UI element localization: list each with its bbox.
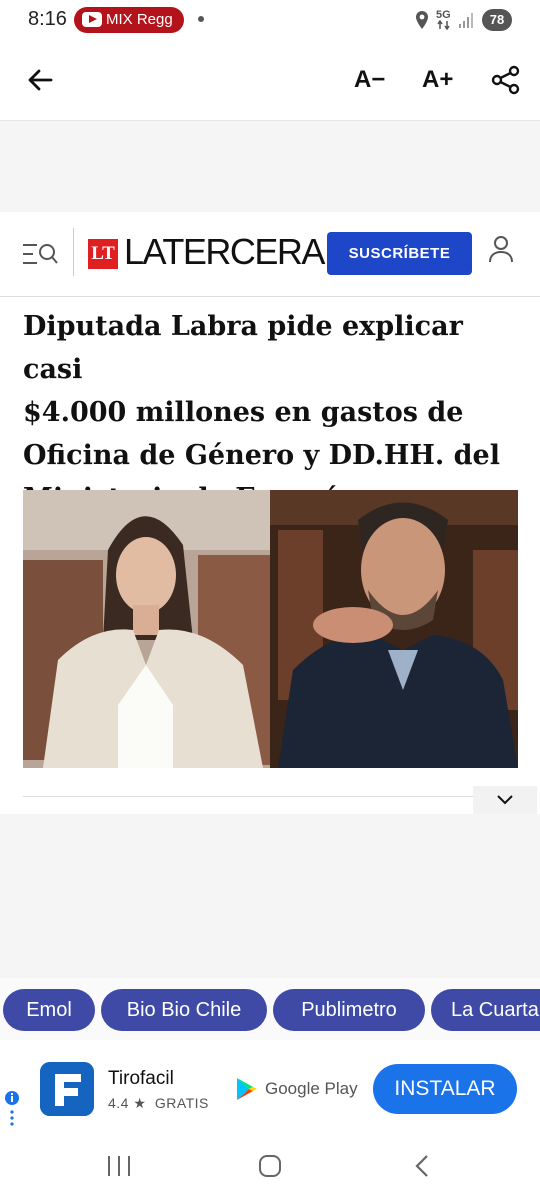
status-bar: 8:16 MIX Regg 5G 78 (0, 0, 540, 40)
media-notification-pill[interactable]: MIX Regg (74, 7, 184, 33)
increase-font-button[interactable]: A+ (422, 66, 453, 94)
data-arrows-icon (437, 20, 450, 30)
ad-meta: 4.4 ★ GRATIS (108, 1095, 209, 1112)
recent-apps-icon[interactable] (106, 1155, 132, 1177)
chip-la-cuarta[interactable]: La Cuarta (431, 989, 540, 1031)
google-play-icon (237, 1078, 257, 1100)
ad-price: GRATIS (154, 1095, 209, 1111)
header-divider (73, 228, 74, 276)
home-icon[interactable] (258, 1154, 282, 1178)
media-notification-label: MIX Regg (106, 11, 173, 28)
logo-name[interactable]: LATERCERA (124, 231, 325, 273)
back-arrow-icon[interactable] (26, 66, 54, 94)
app-bar: A− A+ (0, 40, 540, 121)
ad-rating: 4.4 (108, 1095, 129, 1111)
ad-placeholder-bottom (0, 814, 540, 978)
ad-info-icon[interactable] (4, 1090, 20, 1130)
article-photo[interactable] (23, 490, 518, 768)
youtube-icon (82, 12, 102, 27)
menu-search-icon[interactable] (22, 241, 58, 267)
back-nav-icon[interactable] (412, 1154, 432, 1178)
system-nav-bar (0, 1136, 540, 1200)
ad-placeholder-top (0, 121, 540, 212)
article-photo-illustration (23, 490, 518, 768)
headline-line: $4.000 millones en gastos de (23, 397, 464, 428)
battery-indicator: 78 (482, 9, 512, 31)
expand-ad-button[interactable] (473, 786, 537, 814)
ad-app-icon[interactable] (40, 1062, 94, 1116)
ad-store-label: Google Play (265, 1079, 358, 1098)
content-divider (23, 796, 518, 797)
chip-bio-bio-chile[interactable]: Bio Bio Chile (101, 989, 267, 1031)
ad-app-name[interactable]: Tirofacil (108, 1068, 174, 1090)
chevron-down-icon (497, 795, 513, 805)
logo-mark[interactable]: LT (88, 239, 118, 269)
notification-dot-icon (198, 16, 204, 22)
share-icon[interactable] (491, 65, 521, 95)
status-time: 8:16 (28, 8, 67, 30)
install-button[interactable]: INSTALAR (373, 1064, 517, 1114)
star-icon: ★ (133, 1095, 147, 1111)
decrease-font-button[interactable]: A− (354, 66, 385, 94)
user-icon[interactable] (488, 234, 514, 264)
headline-line: Diputada Labra pide explicar casi (23, 311, 463, 385)
article-headline: Diputada Labra pide explicar casi $4.000… (23, 305, 523, 520)
signal-icon (459, 13, 473, 28)
subscribe-button[interactable]: SUSCRÍBETE (327, 232, 472, 275)
tirofacil-logo-icon (40, 1062, 94, 1116)
location-icon (416, 11, 428, 29)
chip-publimetro[interactable]: Publimetro (273, 989, 425, 1031)
chip-emol[interactable]: Emol (3, 989, 95, 1031)
headline-line: Oficina de Género y DD.HH. del (23, 440, 500, 471)
